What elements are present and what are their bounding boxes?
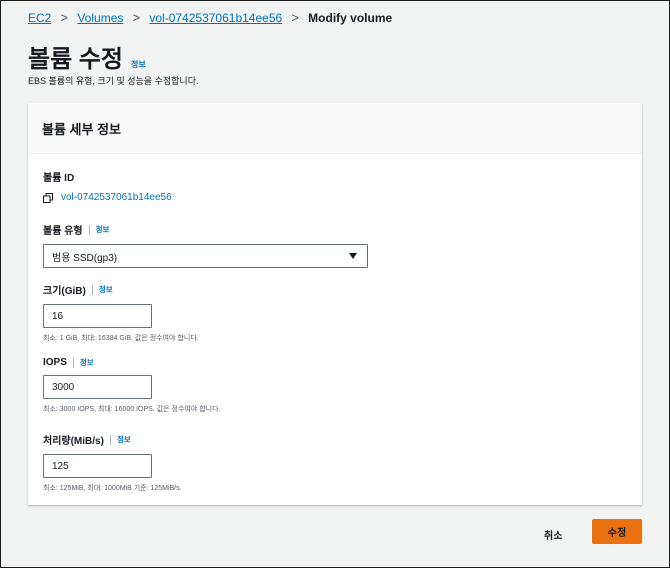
label-divider — [91, 284, 93, 295]
size-label: 크기(GiB) 정보 — [43, 282, 199, 297]
iops-label: IOPS 정보 — [43, 357, 221, 368]
throughput-hint: 최소: 125MiB, 최대: 1000MiB 기준: 125MiB/s. — [43, 485, 182, 492]
volume-id-value[interactable]: vol-0742537061b14ee56 — [61, 192, 172, 203]
size-input[interactable]: 16 — [43, 304, 152, 328]
page-info-link[interactable]: 정보 — [131, 59, 146, 70]
volume-type-label: 볼륨 유형 정보 — [43, 222, 368, 237]
breadcrumb-ec2-link[interactable]: EC2 — [28, 11, 51, 25]
volume-type-select[interactable]: 범용 SSD(gp3) — [43, 244, 368, 268]
size-label-text: 크기(GiB) — [43, 286, 86, 297]
volume-id-label-text: 볼륨 ID — [43, 173, 75, 184]
throughput-field: 처리량(MiB/s) 정보 125 최소: 125MiB, 최대: 1000Mi… — [43, 432, 182, 493]
size-hint: 최소: 1 GiB, 최대: 16384 GiB. 값은 정수여야 합니다. — [43, 335, 199, 342]
throughput-label: 처리량(MiB/s) 정보 — [43, 432, 182, 447]
label-divider — [88, 224, 90, 235]
volume-type-field: 볼륨 유형 정보 범용 SSD(gp3) — [43, 222, 368, 268]
breadcrumb-separator-icon: > — [132, 10, 141, 25]
throughput-info-link[interactable]: 정보 — [117, 434, 131, 445]
label-divider — [109, 434, 111, 445]
volume-id-label: 볼륨 ID — [43, 169, 172, 184]
caret-down-icon — [349, 253, 357, 259]
iops-hint: 최소: 3000 IOPS, 최대: 16000 IOPS. 값은 정수여야 합… — [43, 406, 221, 413]
volume-details-panel: 볼륨 세부 정보 볼륨 ID vol-0742537061b14ee56 볼륨 … — [28, 103, 642, 505]
size-info-link[interactable]: 정보 — [99, 284, 113, 295]
volume-type-info-link[interactable]: 정보 — [96, 224, 110, 235]
page-subtitle: EBS 볼륨의 유형, 크기 및 성능을 수정합니다. — [28, 76, 199, 86]
breadcrumb-volumes-link[interactable]: Volumes — [77, 11, 123, 25]
volume-id-field: 볼륨 ID vol-0742537061b14ee56 — [43, 169, 172, 203]
volume-id-link[interactable]: vol-0742537061b14ee56 — [43, 192, 172, 203]
page-title: 볼륨 수정 — [28, 46, 123, 73]
throughput-label-text: 처리량(MiB/s) — [43, 436, 104, 447]
volume-type-selected-value: 범용 SSD(gp3) — [52, 252, 118, 264]
breadcrumb-current: Modify volume — [308, 10, 393, 25]
cancel-button[interactable]: 취소 — [538, 523, 568, 546]
iops-input[interactable]: 3000 — [43, 375, 152, 399]
iops-field: IOPS 정보 3000 최소: 3000 IOPS, 최대: 16000 IO… — [43, 357, 221, 414]
page-header: 볼륨 수정 정보 — [28, 39, 146, 74]
iops-label-text: IOPS — [43, 357, 67, 368]
breadcrumb: EC2 > Volumes > vol-0742537061b14ee56 > … — [28, 10, 392, 25]
modify-button[interactable]: 수정 — [592, 519, 642, 544]
throughput-input[interactable]: 125 — [43, 454, 152, 478]
breadcrumb-volume-link[interactable]: vol-0742537061b14ee56 — [149, 11, 282, 25]
volume-type-label-text: 볼륨 유형 — [43, 226, 83, 237]
label-divider — [72, 357, 74, 368]
panel-header: 볼륨 세부 정보 — [28, 103, 642, 154]
size-field: 크기(GiB) 정보 16 최소: 1 GiB, 최대: 16384 GiB. … — [43, 282, 199, 343]
breadcrumb-separator-icon: > — [291, 10, 299, 25]
breadcrumb-separator-icon: > — [60, 10, 69, 25]
copy-icon[interactable] — [43, 192, 53, 203]
iops-info-link[interactable]: 정보 — [80, 357, 94, 368]
